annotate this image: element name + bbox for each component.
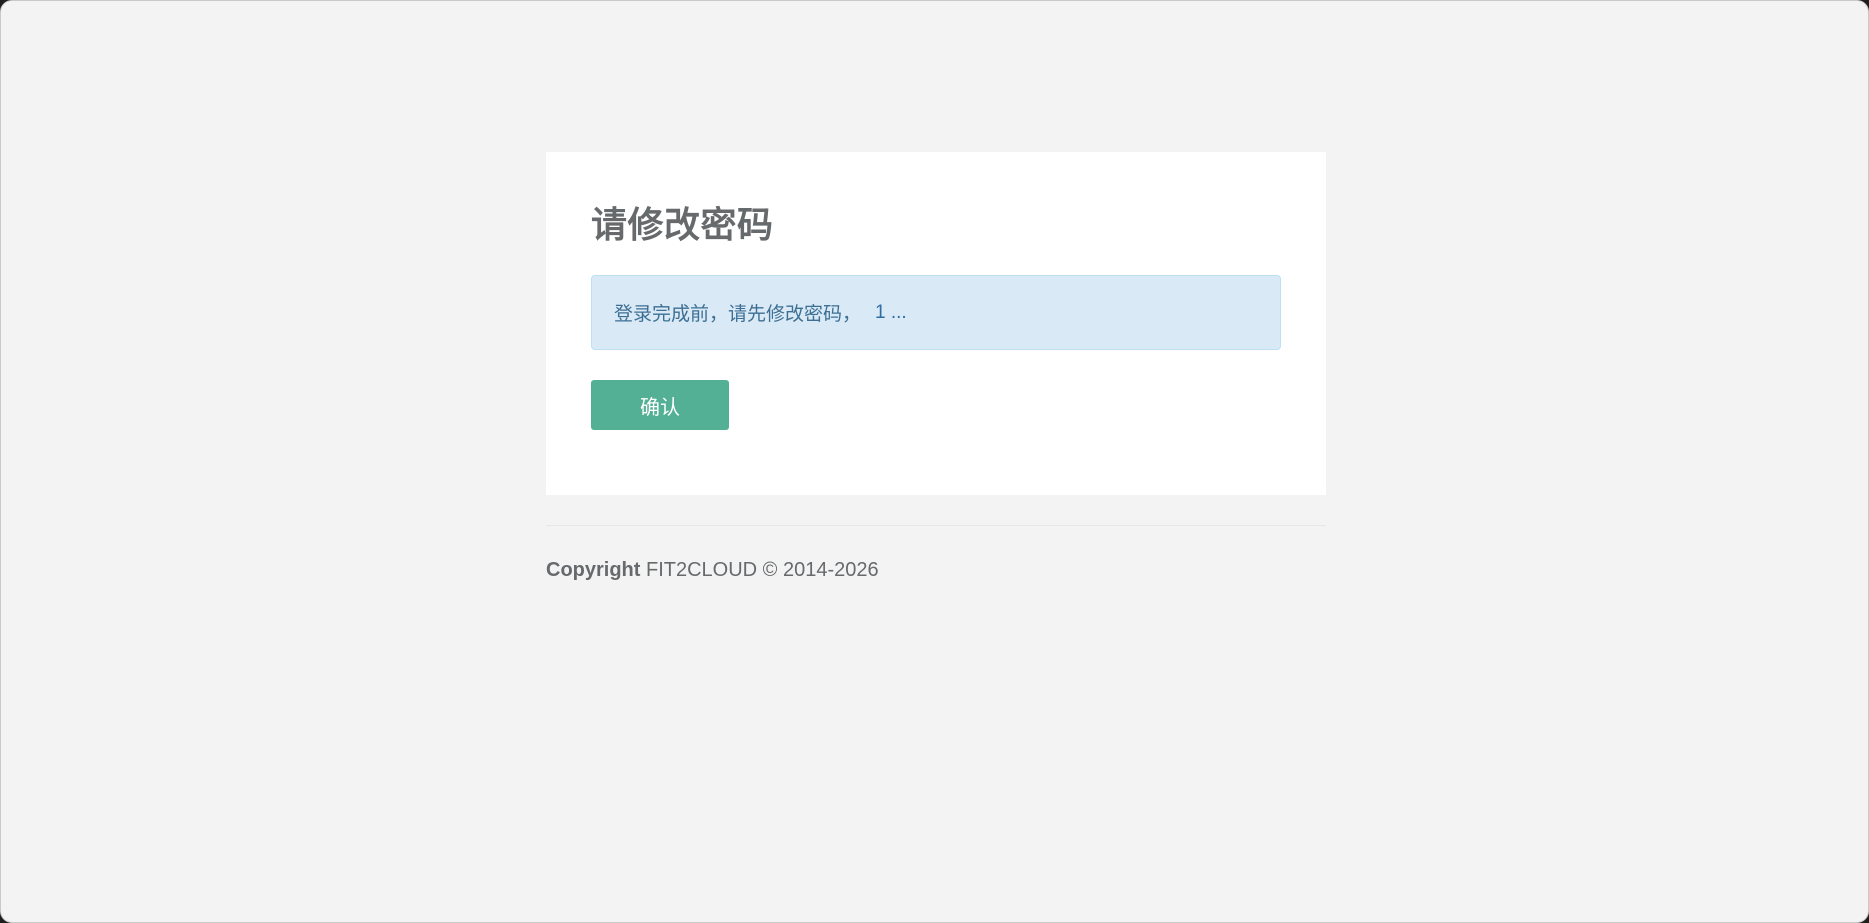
countdown-text: 1 ... bbox=[875, 301, 907, 323]
alert-message: 登录完成前，请先修改密码， bbox=[614, 304, 862, 325]
footer: Copyright FIT2CLOUD © 2014-2026 bbox=[546, 557, 879, 583]
copyright-text: FIT2CLOUD © 2014-2026 bbox=[646, 559, 879, 581]
footer-divider bbox=[546, 525, 1326, 526]
page-title: 请修改密码 bbox=[591, 204, 774, 245]
info-alert: 登录完成前，请先修改密码， 1 ... bbox=[591, 275, 1281, 350]
confirm-button[interactable]: 确认 bbox=[591, 380, 729, 430]
password-change-card: 请修改密码 登录完成前，请先修改密码， 1 ... 确认 bbox=[546, 152, 1326, 495]
copyright-label: Copyright bbox=[546, 559, 641, 581]
browser-window: 请修改密码 登录完成前，请先修改密码， 1 ... 确认 Copyright F… bbox=[0, 0, 1869, 923]
